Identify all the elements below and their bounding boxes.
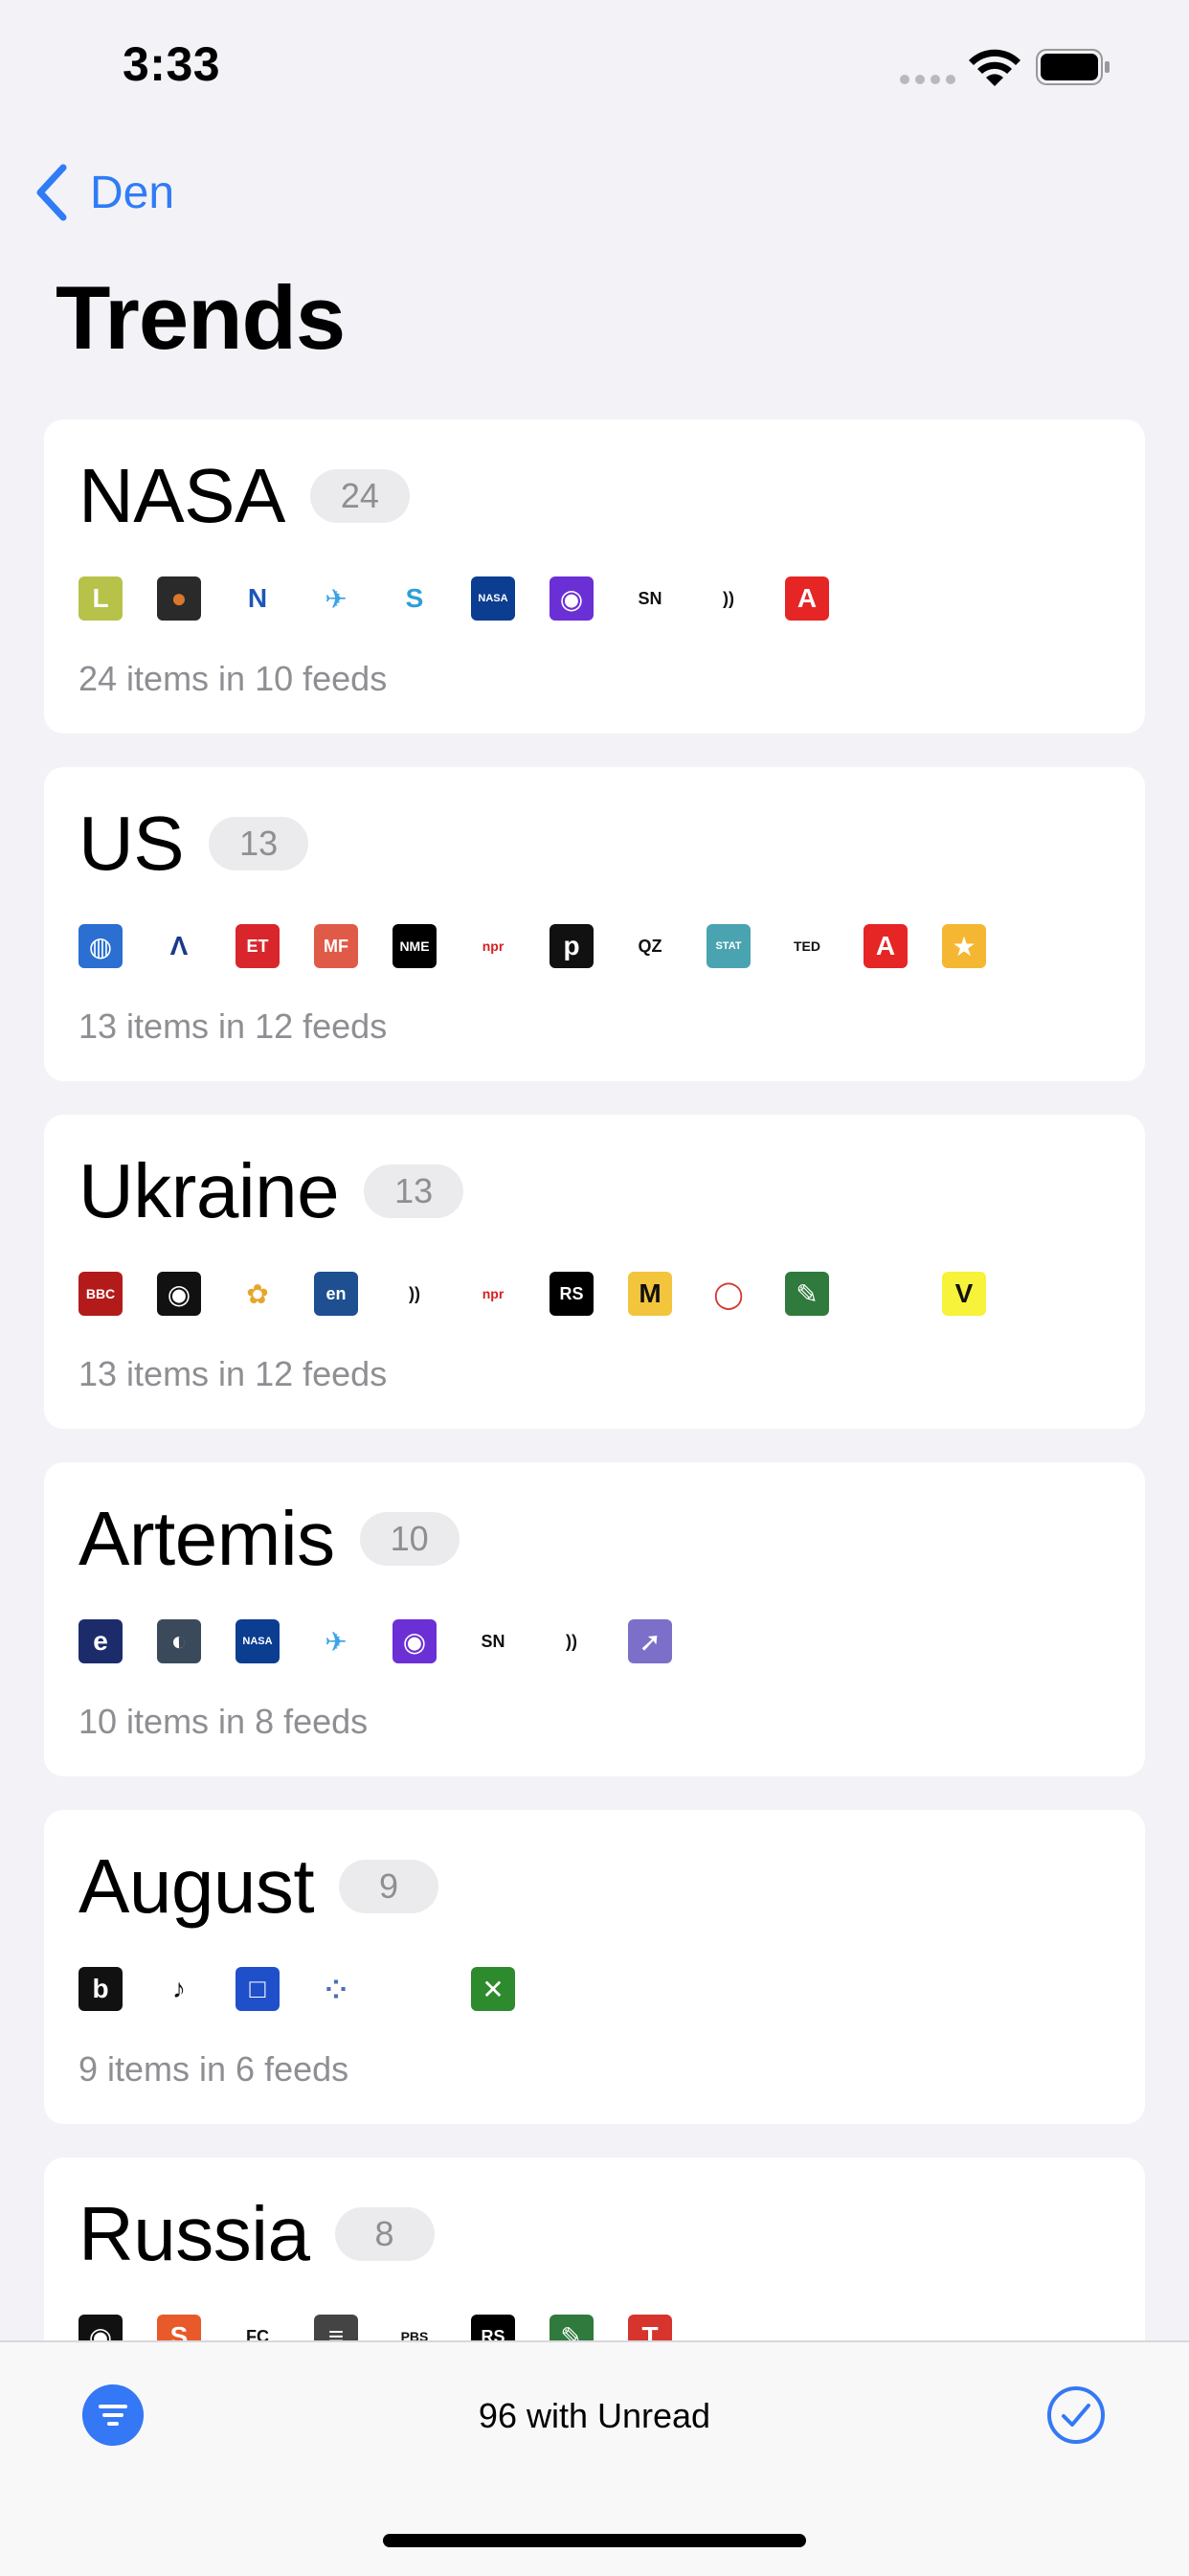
trend-title: Russia [79,2191,310,2276]
feed-red-a-icon: A [785,576,829,621]
trend-card-ukraine[interactable]: Ukraine 13 BBC ◉ ✿ en)) npr RS M ◯ ✎ V 13 items i… [44,1115,1145,1429]
star-icon: ★ [942,924,986,968]
feed-icons: b ♪ □ ⁘ ✕ [79,1967,515,2011]
pocket-icon: p [550,924,594,968]
count-badge: 10 [359,1512,460,1566]
rs-icon: RS [550,1272,594,1316]
cbs-eye-icon: ◉ [157,1272,201,1316]
speech-bubble-icon: ◯ [707,1272,751,1316]
count-badge: 13 [209,817,309,870]
count-badge: 13 [364,1164,464,1218]
trend-card-header: Ukraine 13 [79,1148,464,1233]
chevron-left-icon [36,164,67,221]
feed-red-a-icon: A [864,924,908,968]
v-icon: V [942,1272,986,1316]
axios-icon: Λ [157,924,201,968]
blank-icon [864,1272,908,1316]
ted-icon: TED [785,924,829,968]
trend-summary: 9 items in 6 feeds [79,2049,349,2089]
feed-s-icon: S [393,576,437,621]
npr-icon: npr [471,924,515,968]
xbox-icon: ✕ [471,1967,515,2011]
npr-icon: npr [471,1272,515,1316]
leaf-icon: ✎ [785,1272,829,1316]
trend-card-artemis[interactable]: Artemis 10 e ◐ NASA ✈ ◉ SN)) ➚ 10 items in 8 f… [44,1462,1145,1776]
feed-icons: ◍ Λ ET MF NME npr p QZ STAT TED A ★ [79,924,986,968]
trend-card-nasa[interactable]: NASA 24 L ● N ✈ S NASA ◉ SN)) A 24 items in 10 f… [44,419,1145,734]
trends-list: NASA 24 L ● N ✈ S NASA ◉ SN)) A 24 items in 10 f… [44,419,1145,2505]
feed-icons: e ◐ NASA ✈ ◉ SN)) ➚ [79,1619,672,1663]
status-bar: 3:33 [0,0,1189,134]
trend-card-header: Russia 8 [79,2196,435,2272]
trend-card-august[interactable]: August 9 b ♪ □ ⁘ ✕ 9 items in 6 feeds [44,1810,1145,2124]
trend-summary: 10 items in 8 feeds [79,1702,369,1741]
rocket-icon: ➚ [628,1619,672,1663]
piano-icon: ♪ [157,1967,201,2011]
nasa-icon: NASA [471,576,515,621]
trend-summary: 24 items in 10 feeds [79,659,388,698]
status-time: 3:33 [123,37,221,91]
trend-title: Artemis [79,1496,335,1581]
trend-summary: 13 items in 12 feeds [79,1006,388,1046]
trend-card-us[interactable]: US 13 ◍ Λ ET MF NME npr p QZ STAT TED A ★ 13 items … [44,767,1145,1081]
sn-icon: SN [628,576,672,621]
page-title: Trends [56,267,346,368]
cellular-signal-icon [900,75,957,84]
count-badge: 24 [309,469,410,523]
rss-icon: )) [550,1619,594,1663]
back-label: Den [90,167,175,218]
checkmark-circle-icon[interactable] [1045,2384,1107,2446]
e-icon: e [79,1619,123,1663]
m-icon: M [628,1272,672,1316]
swift-bird-icon: ✈ [314,1619,358,1663]
nasa-icon: NASA [236,1619,280,1663]
trend-summary: 13 items in 12 feeds [79,1354,388,1393]
stat-icon: STAT [707,924,751,968]
rss-icon: )) [707,576,751,621]
purple-ring-icon: ◉ [550,576,594,621]
back-button[interactable]: Den [34,159,174,226]
trend-card-header: Artemis 10 [79,1501,460,1577]
en-icon: en [314,1272,358,1316]
nbc-peacock-icon: ✿ [236,1272,280,1316]
count-badge: 9 [339,1860,439,1913]
bbc-news-icon: BBC [79,1272,123,1316]
rss-icon: )) [393,1272,437,1316]
unread-count-label: 96 with Unread [478,2396,711,2435]
wifi-icon [969,49,1021,86]
sn-icon: SN [471,1619,515,1663]
trend-card-header: August 9 [79,1843,439,1929]
battery-icon [1036,49,1110,85]
count-badge: 8 [334,2207,435,2261]
purple-ring-icon: ◉ [393,1619,437,1663]
trend-card-header: NASA 24 [79,458,410,534]
trend-card-header: US 13 [79,801,309,886]
home-indicator [383,2534,806,2547]
qz-icon: QZ [628,924,672,968]
square-icon: □ [236,1967,280,2011]
et-icon: ET [236,924,280,968]
trend-title: NASA [79,453,285,538]
nme-icon: NME [393,924,437,968]
mf-icon: MF [314,924,358,968]
dots-icon: ⁘ [314,1967,358,2011]
mars-icon: ● [157,576,201,621]
b-icon: b [79,1967,123,2011]
trend-title: August [79,1843,315,1929]
moon-icon: ◐ [157,1619,201,1663]
feed-n-icon: N [236,576,280,621]
blank-icon [393,1967,437,2011]
feed-icons: L ● N ✈ S NASA ◉ SN)) A [79,576,829,621]
trend-title: US [79,801,185,886]
feed-icons: BBC ◉ ✿ en)) npr RS M ◯ ✎ V [79,1272,986,1316]
swift-bird-icon: ✈ [314,576,358,621]
globe-icon: ◍ [79,924,123,968]
trend-title: Ukraine [79,1148,340,1233]
feed-l-icon: L [79,576,123,621]
